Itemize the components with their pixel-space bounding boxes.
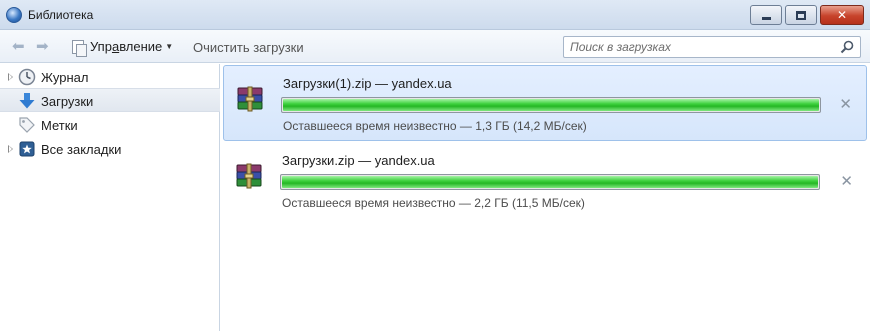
clear-downloads-button[interactable]: Очистить загрузки bbox=[193, 40, 304, 55]
arrow-left-icon: ⬅ bbox=[12, 38, 25, 55]
download-filename: Загрузки.zip — yandex.ua bbox=[282, 153, 435, 168]
maximize-icon bbox=[796, 10, 806, 20]
tag-icon bbox=[19, 117, 35, 133]
download-progress-bar bbox=[281, 97, 821, 113]
close-icon: ✕ bbox=[836, 8, 848, 22]
minimize-icon bbox=[761, 16, 771, 20]
close-window-button[interactable]: ✕ bbox=[820, 5, 864, 25]
expand-twisty-icon[interactable] bbox=[8, 145, 13, 153]
manage-label-part2: вление bbox=[119, 39, 163, 54]
sidebar-item-downloads[interactable]: Загрузки bbox=[0, 88, 220, 112]
sidebar-item-label: Загрузки bbox=[41, 94, 94, 109]
download-item[interactable]: Загрузки(1).zip — yandex.ua Оставшееся в… bbox=[223, 65, 867, 141]
close-icon: ✕ bbox=[839, 96, 852, 113]
window-title: Библиотека bbox=[28, 8, 94, 22]
firefox-app-icon bbox=[6, 7, 22, 23]
clock-icon bbox=[18, 68, 36, 86]
search-box[interactable] bbox=[563, 36, 861, 58]
download-progress-fill bbox=[282, 176, 818, 188]
title-bar: Библиотека ✕ bbox=[0, 0, 870, 30]
download-progress-bar bbox=[280, 174, 820, 190]
cancel-download-button[interactable]: ✕ bbox=[839, 95, 852, 113]
sidebar-item-label: Метки bbox=[41, 118, 78, 133]
chevron-down-icon: ▼ bbox=[165, 42, 174, 51]
cancel-download-button[interactable]: ✕ bbox=[840, 172, 853, 190]
forward-button[interactable]: ➡ bbox=[36, 39, 49, 54]
sidebar-item-label: Все закладки bbox=[41, 142, 122, 157]
minimize-button[interactable] bbox=[750, 5, 782, 25]
manage-menu-button[interactable]: Управление ▼ bbox=[72, 39, 174, 57]
winrar-archive-icon bbox=[237, 86, 263, 112]
download-status: Оставшееся время неизвестно — 2,2 ГБ (11… bbox=[282, 196, 585, 210]
download-item[interactable]: Загрузки.zip — yandex.ua Оставшееся врем… bbox=[223, 143, 867, 219]
toolbar: ⬅ ➡ Управление ▼ Очистить загрузки bbox=[0, 30, 870, 63]
window-controls: ✕ bbox=[747, 5, 864, 27]
download-progress-fill bbox=[283, 99, 819, 111]
sidebar-item-label: Журнал bbox=[41, 70, 89, 85]
search-icon[interactable] bbox=[840, 40, 854, 54]
maximize-button[interactable] bbox=[785, 5, 817, 25]
arrow-right-icon: ➡ bbox=[36, 38, 49, 55]
star-bookmark-icon bbox=[19, 141, 35, 157]
back-button[interactable]: ⬅ bbox=[12, 39, 25, 54]
download-arrow-icon bbox=[19, 93, 35, 109]
sidebar-item-history[interactable]: Журнал bbox=[0, 65, 220, 89]
documents-icon bbox=[72, 39, 87, 57]
download-status: Оставшееся время неизвестно — 1,3 ГБ (14… bbox=[283, 119, 587, 133]
manage-label-part1: Упр bbox=[90, 39, 112, 54]
sidebar-item-tags[interactable]: Метки bbox=[0, 113, 220, 137]
downloads-list: Загрузки(1).zip — yandex.ua Оставшееся в… bbox=[222, 64, 870, 331]
close-icon: ✕ bbox=[840, 173, 853, 190]
expand-twisty-icon[interactable] bbox=[8, 73, 13, 81]
sidebar-item-all-bookmarks[interactable]: Все закладки bbox=[0, 137, 220, 161]
search-input[interactable] bbox=[570, 40, 830, 54]
manage-label: Управление bbox=[90, 39, 162, 54]
sidebar: Журнал Загрузки Метки Все закладки bbox=[0, 64, 220, 331]
download-filename: Загрузки(1).zip — yandex.ua bbox=[283, 76, 452, 91]
winrar-archive-icon bbox=[236, 163, 262, 189]
